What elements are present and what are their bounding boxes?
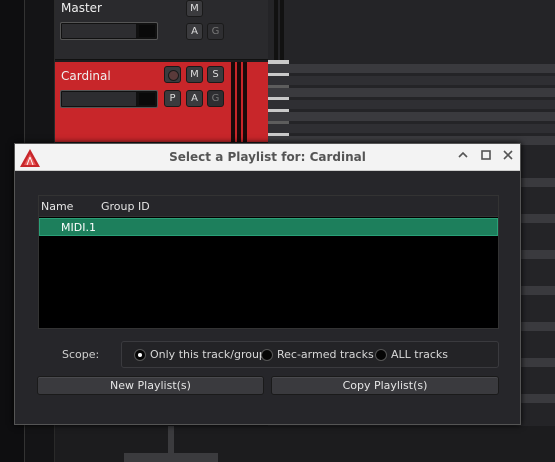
maximize-icon[interactable] — [478, 149, 494, 165]
track-header-cardinal[interactable]: Cardinal M S P A G — [55, 62, 268, 142]
radio-icon[interactable] — [375, 349, 387, 361]
editor-bottom-area — [55, 426, 555, 462]
master-mute-button[interactable]: M — [186, 0, 203, 17]
note-lane — [268, 64, 555, 73]
note-lane — [268, 88, 555, 97]
note-lane — [521, 322, 555, 331]
track-name-master: Master — [61, 1, 102, 15]
note-lane — [268, 76, 555, 85]
note-lane — [521, 358, 555, 367]
master-meter — [280, 0, 284, 60]
list-header: Name Group ID — [39, 196, 498, 217]
cardinal-group-button[interactable]: G — [207, 90, 224, 107]
master-automation-button[interactable]: A — [186, 23, 203, 40]
cardinal-solo-button[interactable]: S — [207, 66, 224, 83]
note-lane — [521, 214, 555, 223]
cardinal-automation-button[interactable]: A — [186, 90, 203, 107]
dialog-title: Select a Playlist for: Cardinal — [169, 150, 366, 164]
radio-selected-icon[interactable] — [134, 349, 146, 361]
cardinal-playlist-button[interactable]: P — [164, 90, 181, 107]
track-header-master[interactable]: Master M A G — [55, 0, 284, 60]
note-lane — [521, 250, 555, 259]
cardinal-gain-fader[interactable] — [60, 90, 158, 108]
note-lane — [268, 112, 555, 121]
chevron-up-icon[interactable] — [455, 149, 471, 165]
scope-label: Scope: — [62, 348, 100, 361]
track-name-cardinal: Cardinal — [61, 69, 111, 83]
cardinal-meter — [243, 62, 247, 142]
cardinal-mute-button[interactable]: M — [186, 66, 203, 83]
column-header-name[interactable]: Name — [41, 200, 73, 213]
dialog-titlebar[interactable]: Select a Playlist for: Cardinal — [15, 144, 520, 171]
playlist-name-cell: MIDI.1 — [61, 221, 96, 234]
record-arm-button[interactable] — [164, 66, 181, 83]
scope-option-label: Rec-armed tracks — [277, 348, 374, 361]
cardinal-meter — [231, 62, 235, 142]
playlist-selector-dialog: Select a Playlist for: Cardinal Name Gro… — [14, 143, 521, 425]
new-playlist-button[interactable]: New Playlist(s) — [37, 376, 264, 395]
master-meter — [274, 0, 278, 60]
close-icon[interactable] — [500, 149, 516, 165]
note-lane — [521, 394, 555, 403]
cardinal-meter — [237, 62, 241, 142]
note-lane — [521, 286, 555, 295]
column-header-group-id[interactable]: Group ID — [101, 200, 150, 213]
list-item[interactable]: MIDI.1 — [39, 218, 498, 236]
scope-radio-group: Only this track/group Rec-armed tracks A… — [121, 341, 499, 368]
note-lane — [268, 124, 555, 133]
copy-playlist-button[interactable]: Copy Playlist(s) — [271, 376, 499, 395]
scope-option-label: Only this track/group — [150, 348, 266, 361]
decor-stem — [168, 426, 174, 454]
note-lane — [521, 178, 555, 187]
decor-base — [124, 453, 218, 462]
playlist-list[interactable]: Name Group ID MIDI.1 — [38, 195, 499, 329]
note-lane — [268, 100, 555, 109]
master-group-button[interactable]: G — [207, 23, 224, 40]
master-gain-fader[interactable] — [60, 22, 158, 40]
radio-icon[interactable] — [261, 349, 273, 361]
scope-option-label: ALL tracks — [391, 348, 449, 361]
